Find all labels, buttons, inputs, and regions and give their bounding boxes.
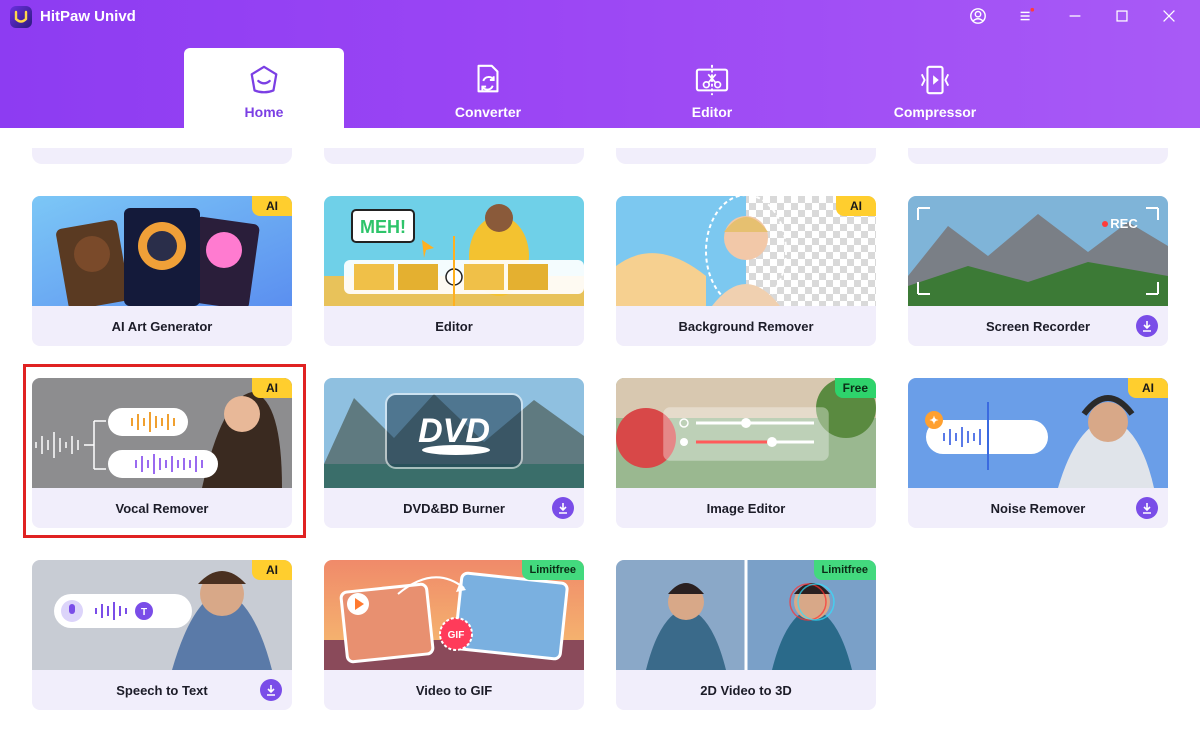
card-partial[interactable] (32, 148, 292, 164)
editor-thumbnail: MEH! (324, 196, 584, 306)
dvd-text: DVD (418, 412, 490, 450)
card-background-remover[interactable]: AI Background Remover (616, 196, 876, 346)
card-label: AI Art Generator (111, 318, 213, 334)
title-bar: HitPaw Univd Home Converter Editor Compr… (0, 0, 1200, 128)
card-2d-video-to-3d[interactable]: Limitfree 2D Video to 3D (616, 560, 876, 710)
home-panel: AI AI Art Generator MEH! Editor AI Backg… (0, 128, 1200, 740)
ai-badge: AI (1128, 378, 1168, 398)
ai-badge: AI (252, 196, 292, 216)
card-dvd-bd-burner[interactable]: DVD DVD&BD Burner (324, 378, 584, 528)
svg-text:✦: ✦ (929, 415, 938, 427)
minimize-icon (1069, 15, 1081, 17)
minimize-button[interactable] (1063, 4, 1087, 28)
card-label: Editor (435, 318, 473, 334)
tab-home[interactable]: Home (184, 48, 344, 128)
download-button[interactable] (1136, 315, 1158, 337)
app-logo-icon (14, 10, 28, 23)
card-noise-remover[interactable]: ✦ AI Noise Remover (908, 378, 1168, 528)
home-icon (246, 62, 282, 98)
ai-badge: AI (252, 378, 292, 398)
download-button[interactable] (1136, 497, 1158, 519)
notification-dot-icon (1030, 7, 1035, 12)
menu-icon (1020, 7, 1035, 21)
card-image-editor[interactable]: Free Image Editor (616, 378, 876, 528)
maximize-icon (1116, 10, 1128, 22)
tab-home-label: Home (244, 104, 284, 120)
maximize-button[interactable] (1110, 4, 1134, 28)
card-label: 2D Video to 3D (700, 682, 792, 698)
app-logo (10, 6, 32, 28)
ai-badge: AI (252, 560, 292, 580)
card-label: Speech to Text (116, 682, 208, 698)
card-label: Video to GIF (415, 682, 493, 698)
card-speech-to-text[interactable]: T AI Speech to Text (32, 560, 292, 710)
free-badge: Free (834, 378, 876, 398)
card-label: Background Remover (678, 318, 814, 334)
user-icon (970, 8, 986, 24)
menu-button[interactable] (1014, 4, 1038, 28)
gif-text: GIF (448, 630, 465, 641)
app-title: HitPaw Univd (40, 8, 136, 25)
card-editor[interactable]: MEH! Editor (324, 196, 584, 346)
download-icon (559, 503, 567, 514)
card-partial[interactable] (324, 148, 584, 164)
tab-editor-label: Editor (691, 104, 733, 120)
compressor-icon (917, 62, 953, 98)
close-button[interactable] (1157, 4, 1181, 28)
card-label: Vocal Remover (115, 500, 209, 516)
card-ai-art-generator[interactable]: AI AI Art Generator (32, 196, 292, 346)
tab-converter[interactable]: Converter (408, 48, 568, 128)
card-screen-recorder[interactable]: REC Screen Recorder (908, 196, 1168, 346)
download-icon (267, 685, 275, 696)
tab-editor[interactable]: Editor (632, 48, 792, 128)
close-icon (1163, 10, 1175, 22)
download-icon (1143, 321, 1151, 332)
limitfree-badge: Limitfree (813, 560, 876, 580)
svg-text:T: T (141, 607, 147, 618)
card-partial[interactable] (616, 148, 876, 164)
rec-text: REC (1110, 216, 1138, 231)
converter-icon (470, 62, 506, 98)
card-label: Screen Recorder (985, 318, 1091, 334)
card-vocal-remover[interactable]: AI Vocal Remover (32, 378, 292, 528)
tab-converter-label: Converter (454, 104, 522, 120)
account-button[interactable] (966, 4, 990, 28)
editor-icon (694, 62, 730, 98)
tab-compressor-label: Compressor (893, 104, 977, 120)
download-button[interactable] (260, 679, 282, 701)
card-label: DVD&BD Burner (403, 500, 505, 516)
card-video-to-gif[interactable]: GIF Limitfree Video to GIF (324, 560, 584, 710)
tab-compressor[interactable]: Compressor (855, 48, 1015, 128)
sticker-text: MEH! (360, 217, 406, 237)
download-button[interactable] (552, 497, 574, 519)
dvd-burner-thumbnail: DVD (324, 378, 584, 488)
card-label: Noise Remover (990, 500, 1086, 516)
screen-recorder-thumbnail: REC (908, 196, 1168, 306)
ai-badge: AI (836, 196, 876, 216)
download-icon (1143, 503, 1151, 514)
card-label: Image Editor (706, 500, 786, 516)
card-partial[interactable] (908, 148, 1168, 164)
limitfree-badge: Limitfree (521, 560, 584, 580)
